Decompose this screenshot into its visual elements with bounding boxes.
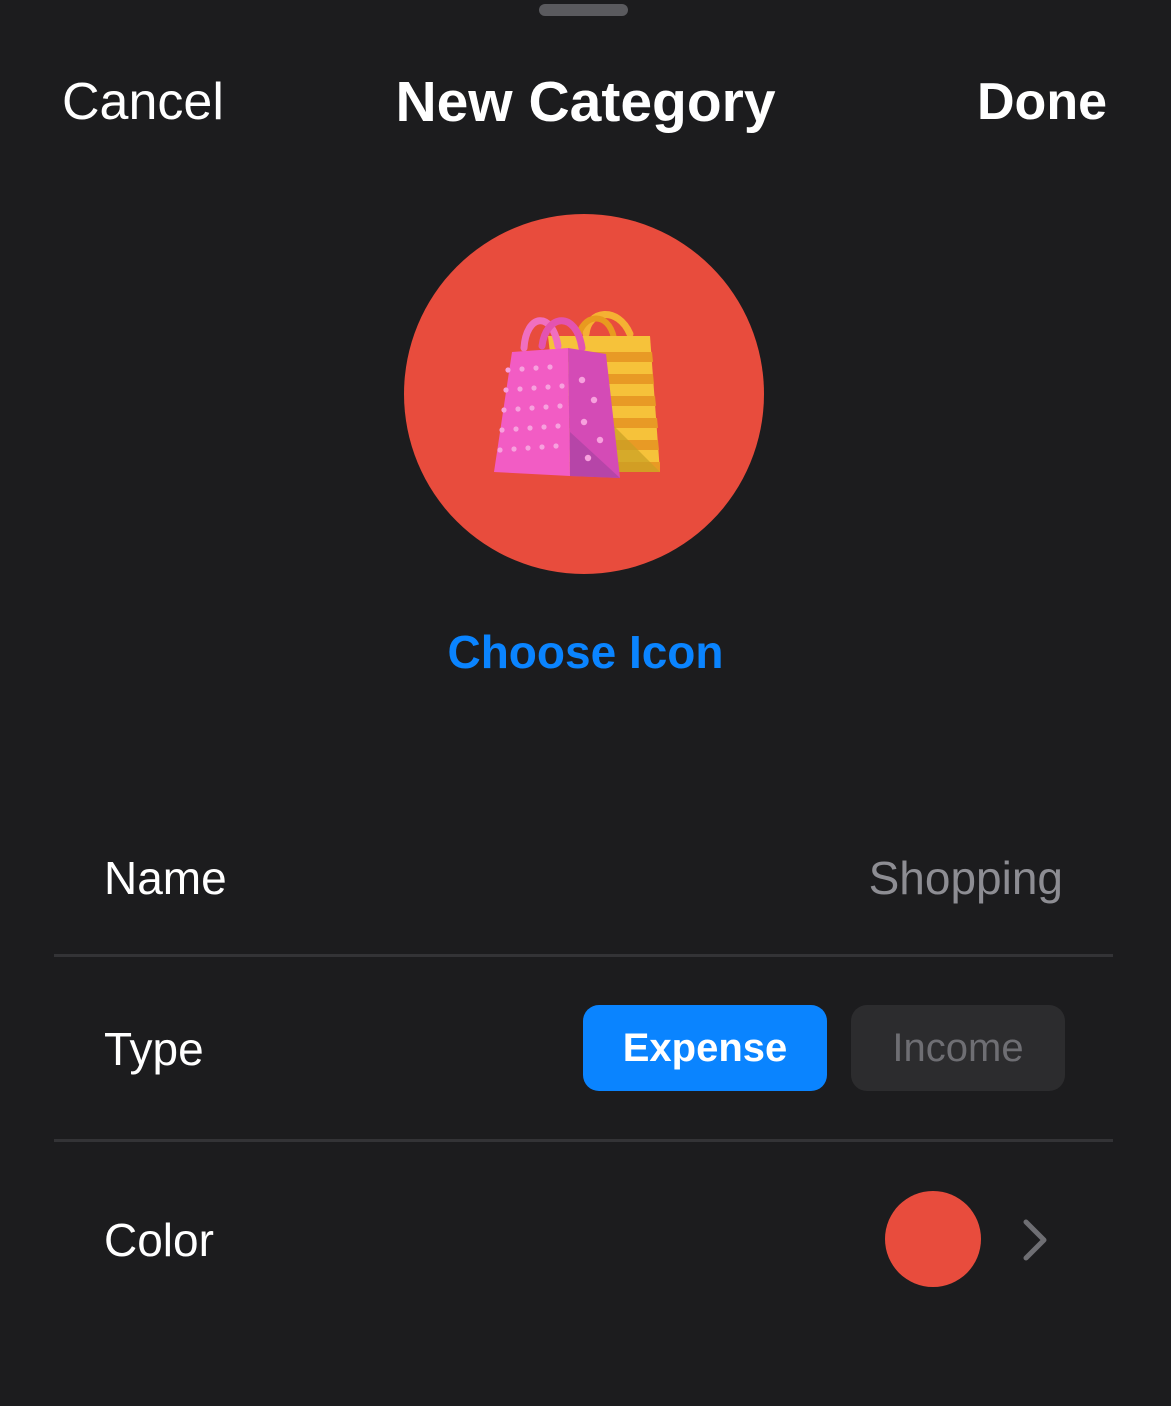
type-label: Type [104, 1023, 204, 1075]
choose-icon-button[interactable]: Choose Icon [0, 624, 1171, 680]
name-label: Name [104, 852, 227, 904]
color-label: Color [104, 1214, 214, 1266]
done-button[interactable]: Done [977, 70, 1107, 134]
color-swatch[interactable] [885, 1191, 981, 1287]
divider [54, 954, 1113, 957]
divider [54, 1139, 1113, 1142]
chevron-right-icon[interactable] [1018, 1218, 1050, 1262]
type-income-button[interactable]: Income [851, 1005, 1065, 1091]
category-icon-preview[interactable] [404, 214, 764, 574]
sheet-grabber-handle[interactable] [539, 4, 628, 16]
type-expense-button[interactable]: Expense [583, 1005, 827, 1091]
name-input[interactable] [663, 850, 1063, 906]
shopping-bags-icon [494, 311, 660, 478]
